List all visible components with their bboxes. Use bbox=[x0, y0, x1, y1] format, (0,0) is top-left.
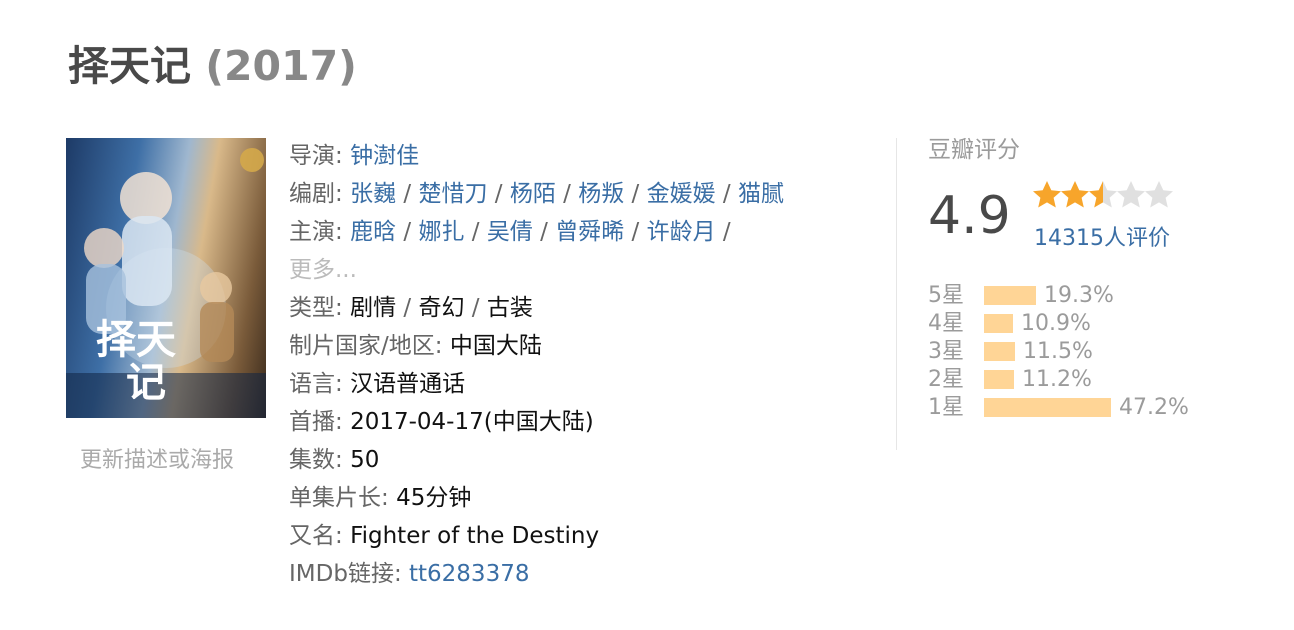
writer-label: 编剧 bbox=[289, 181, 335, 207]
cast-more-link[interactable]: 更多... bbox=[289, 257, 357, 283]
writer-link[interactable]: 杨叛 bbox=[578, 181, 624, 207]
imdb-row: IMDb链接: tt6283378 bbox=[289, 561, 530, 587]
country-row: 制片国家/地区: 中国大陆 bbox=[289, 333, 542, 359]
premiere-value: 2017-04-17(中国大陆) bbox=[350, 409, 594, 435]
rating-bar-fill bbox=[984, 342, 1015, 361]
director-row: 导演: 钟澍佳 bbox=[289, 143, 420, 169]
premiere-row: 首播: 2017-04-17(中国大陆) bbox=[289, 409, 594, 435]
genre-row: 类型: 剧情 / 奇幻 / 古装 bbox=[289, 295, 533, 321]
rating-bar-percent: 47.2% bbox=[1119, 395, 1189, 420]
star-icon bbox=[1089, 181, 1117, 208]
rating-bar-label: 3星 bbox=[928, 339, 964, 364]
aka-label: 又名 bbox=[289, 523, 335, 549]
rating-bar-percent: 10.9% bbox=[1021, 311, 1091, 336]
episodes-label: 集数 bbox=[289, 447, 335, 473]
writer-link[interactable]: 楚惜刀 bbox=[418, 181, 487, 207]
svg-text:择天: 择天 bbox=[96, 317, 176, 363]
subject-info: 导演: 钟澍佳 编剧: 张巍 / 楚惜刀 / 杨陌 / 杨叛 / 金媛媛 / 猫… bbox=[289, 137, 784, 593]
aka-row: 又名: Fighter of the Destiny bbox=[289, 523, 600, 549]
episodes-value: 50 bbox=[350, 447, 380, 473]
writer-row: 编剧: 张巍 / 楚惜刀 / 杨陌 / 杨叛 / 金媛媛 / 猫腻 bbox=[289, 181, 784, 207]
svg-text:记: 记 bbox=[126, 360, 166, 406]
writer-link[interactable]: 金媛媛 bbox=[647, 181, 716, 207]
country-label: 制片国家/地区 bbox=[289, 333, 435, 359]
title-year: (2017) bbox=[205, 42, 357, 90]
genre-value: 剧情 bbox=[350, 295, 397, 321]
rating-bar-fill bbox=[984, 398, 1111, 417]
star-icon bbox=[1061, 181, 1089, 208]
language-row: 语言: 汉语普通话 bbox=[289, 371, 466, 397]
language-label: 语言 bbox=[289, 371, 335, 397]
rating-bar-label: 1星 bbox=[928, 395, 964, 420]
star-icon bbox=[1117, 181, 1145, 208]
country-value: 中国大陆 bbox=[449, 333, 542, 359]
episodes-row: 集数: 50 bbox=[289, 447, 380, 473]
runtime-value: 45分钟 bbox=[396, 485, 472, 511]
cast-link[interactable]: 鹿晗 bbox=[350, 219, 396, 245]
page-title: 择天记 (2017) bbox=[68, 42, 357, 91]
poster-artwork: 择天 记 bbox=[66, 148, 266, 418]
rating-title: 豆瓣评分 bbox=[928, 137, 1020, 163]
rating-bar-fill bbox=[984, 314, 1013, 333]
aka-value: Fighter of the Destiny bbox=[350, 523, 600, 549]
director-link[interactable]: 钟澍佳 bbox=[350, 143, 419, 169]
update-poster-link[interactable]: 更新描述或海报 bbox=[80, 442, 234, 474]
runtime-row: 单集片长: 45分钟 bbox=[289, 485, 472, 511]
imdb-link[interactable]: tt6283378 bbox=[409, 561, 529, 587]
cast-link[interactable]: 许龄月 bbox=[647, 219, 716, 245]
star-icon bbox=[1145, 181, 1173, 208]
rating-bar-label: 2星 bbox=[928, 367, 964, 392]
genre-value: 古装 bbox=[486, 295, 533, 321]
cast-link[interactable]: 吴倩 bbox=[487, 219, 533, 245]
poster-image[interactable]: 择天 记 bbox=[66, 138, 266, 418]
rating-bar-percent: 19.3% bbox=[1044, 283, 1114, 308]
runtime-label: 单集片长 bbox=[289, 485, 381, 511]
cast-row: 主演: 鹿晗 / 娜扎 / 吴倩 / 曾舜晞 / 许龄月 / 更多... bbox=[289, 219, 731, 283]
premiere-label: 首播 bbox=[289, 409, 335, 435]
writer-link[interactable]: 猫腻 bbox=[738, 181, 784, 207]
rating-bar-fill bbox=[984, 370, 1014, 389]
rating-bar-label: 4星 bbox=[928, 311, 964, 336]
language-value: 汉语普通话 bbox=[350, 371, 466, 397]
cast-link[interactable]: 娜扎 bbox=[418, 219, 464, 245]
rating-bar-percent: 11.2% bbox=[1022, 367, 1092, 392]
divider bbox=[896, 138, 897, 450]
rating-box: 豆瓣评分 4.9 14315人评价 5星 19.3% 4星 10.9% 3星 1… bbox=[928, 136, 1228, 420]
genre-value: 奇幻 bbox=[418, 295, 465, 321]
rating-bar-percent: 11.5% bbox=[1023, 339, 1093, 364]
writer-link[interactable]: 杨陌 bbox=[510, 181, 556, 207]
director-label: 导演 bbox=[289, 143, 335, 169]
star-icon bbox=[1033, 181, 1061, 208]
rating-votes-link[interactable]: 14315人评价 bbox=[1034, 220, 1170, 252]
rating-bar-label: 5星 bbox=[928, 283, 964, 308]
rating-stars bbox=[1032, 180, 1173, 214]
cast-label: 主演 bbox=[289, 219, 335, 245]
title-name: 择天记 bbox=[68, 42, 191, 90]
cast-link[interactable]: 曾舜晞 bbox=[555, 219, 624, 245]
rating-score: 4.9 bbox=[928, 186, 1011, 246]
genre-label: 类型 bbox=[289, 295, 335, 321]
writer-link[interactable]: 张巍 bbox=[350, 181, 396, 207]
rating-bar-fill bbox=[984, 286, 1036, 305]
imdb-label: IMDb链接 bbox=[289, 561, 394, 587]
